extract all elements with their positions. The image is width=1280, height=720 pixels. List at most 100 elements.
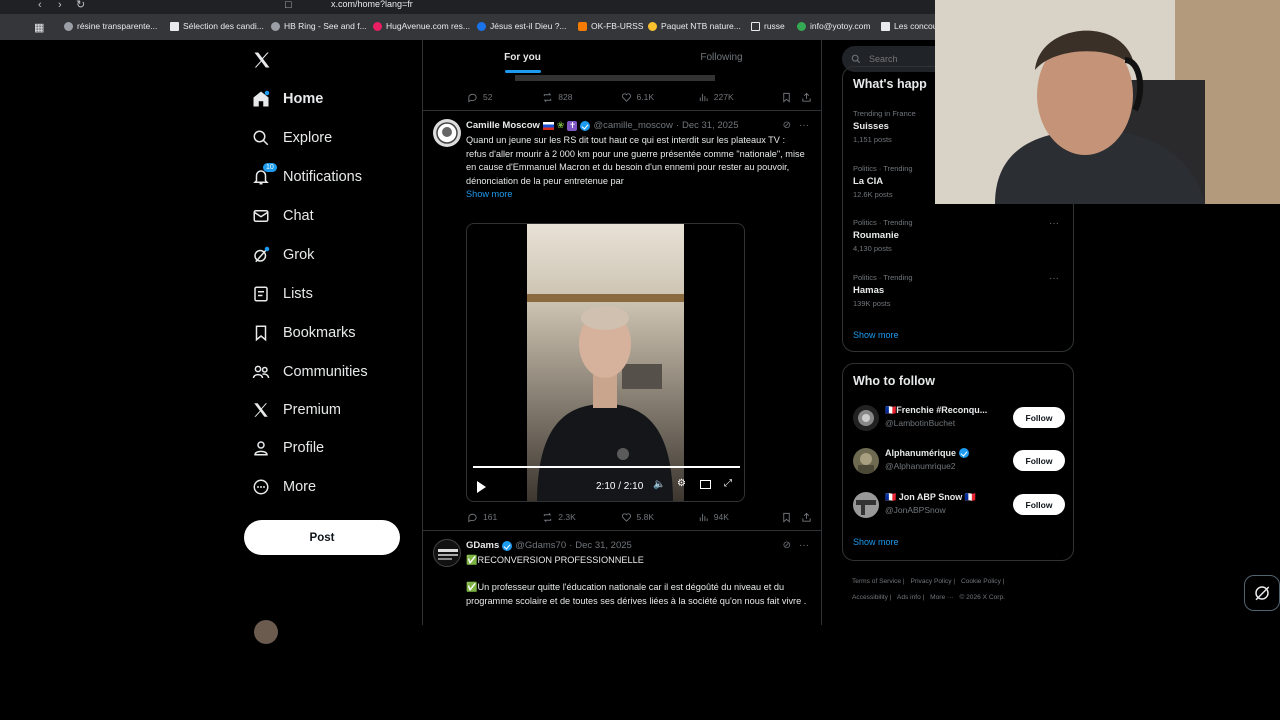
reply-button[interactable]: 161 <box>467 512 542 523</box>
avatar[interactable] <box>853 405 879 431</box>
nav-notifications[interactable]: 10 Notifications <box>252 162 362 192</box>
fullscreen-icon[interactable]: ⤢ <box>724 478 732 489</box>
apps-icon[interactable]: ▦ <box>34 21 44 34</box>
x-logo-icon[interactable] <box>252 50 272 70</box>
person-icon <box>252 439 270 457</box>
repost-icon <box>543 512 552 522</box>
grok-icon[interactable]: ⊘ <box>783 540 791 551</box>
nav-profile[interactable]: Profile <box>252 433 324 463</box>
settings-icon[interactable]: ⚙ <box>677 478 686 489</box>
follow-suggestion[interactable]: Alphanumérique @Alphanumrique2 Follow <box>853 446 1065 476</box>
reply-icon <box>468 93 477 103</box>
video-progress-bar[interactable] <box>473 466 740 468</box>
suggestion-name[interactable]: 🇫🇷Frenchie #Reconqu... <box>885 405 987 416</box>
bookmark-button[interactable] <box>781 92 792 103</box>
more-icon[interactable]: ··· <box>1049 218 1059 229</box>
who-to-follow-panel: Who to follow 🇫🇷Frenchie #Reconqu... @La… <box>842 363 1074 561</box>
like-button[interactable]: 5.8K <box>621 512 698 523</box>
forward-icon[interactable]: › <box>58 0 62 11</box>
address-bar[interactable]: x.com/home?lang=fr <box>331 0 413 9</box>
bookmark-item[interactable]: Jésus est-il Dieu ?... <box>477 21 567 31</box>
post-button[interactable]: Post <box>244 520 400 555</box>
nav-grok[interactable]: Grok <box>252 240 314 270</box>
follow-show-more-link[interactable]: Show more <box>853 537 899 547</box>
footer-link[interactable]: Ads info | <box>897 594 924 601</box>
follow-suggestion[interactable]: 🇫🇷 Jon ABP Snow 🇫🇷 @JonABPSnow Follow <box>853 490 1065 520</box>
bookmark-item[interactable]: OK-FB-URSS <box>578 21 643 31</box>
more-icon[interactable]: ··· <box>799 120 809 131</box>
bookmark-item[interactable]: Les concou <box>881 21 937 31</box>
share-button[interactable] <box>801 512 812 523</box>
tweet-date[interactable]: Dec 31, 2025 <box>575 540 632 551</box>
bookmark-button[interactable] <box>781 512 792 523</box>
notification-badge: 10 <box>263 163 277 172</box>
bookmark-icon <box>783 92 790 103</box>
video-player[interactable]: 2:10 / 2:10 🔈 ⚙ ⤢ <box>466 223 745 502</box>
bookmark-item[interactable]: Sélection des candi... <box>170 21 264 31</box>
like-button[interactable]: 6.1K <box>621 92 698 103</box>
tweet-text: ✅RECONVERSION PROFESSIONNELLE ✅Un profes… <box>466 555 807 606</box>
bookmark-item[interactable]: HB Ring - See and f... <box>271 21 367 31</box>
repost-button[interactable]: 2.3K <box>542 512 620 523</box>
footer-link[interactable]: Accessibility | <box>852 594 891 601</box>
bookmark-item[interactable]: HugAvenue.com res... <box>373 21 470 31</box>
pip-icon[interactable] <box>700 480 711 489</box>
nav-bookmarks[interactable]: Bookmarks <box>252 318 356 348</box>
search-icon <box>851 54 861 64</box>
nav-lists[interactable]: Lists <box>252 279 313 309</box>
nav-home[interactable]: Home <box>252 84 323 114</box>
avatar[interactable] <box>853 448 879 474</box>
author-handle[interactable]: @camille_moscow <box>593 120 672 131</box>
volume-icon[interactable]: 🔈 <box>653 479 665 490</box>
grok-icon[interactable]: ⊘ <box>783 120 791 131</box>
bookmark-item[interactable]: Paquet NTB nature... <box>648 21 741 31</box>
more-icon[interactable]: ··· <box>1049 273 1059 284</box>
favicon-icon <box>648 21 657 31</box>
bookmark-item[interactable]: info@yotoy.com <box>797 21 870 31</box>
bookmark-star-icon[interactable]: □ <box>285 0 292 11</box>
more-icon[interactable]: ··· <box>799 540 809 551</box>
bookmark-item[interactable]: résine transparente... <box>64 21 157 31</box>
trend-item[interactable]: Politics · Trending Hamas 139K posts ··· <box>853 273 1065 308</box>
avatar[interactable] <box>433 119 461 147</box>
show-more-link[interactable]: Show more <box>466 189 512 199</box>
views-button[interactable]: 227K <box>698 92 777 103</box>
views-button[interactable]: 94K <box>698 512 777 523</box>
author-name[interactable]: GDams <box>466 540 499 551</box>
suggestion-name[interactable]: 🇫🇷 Jon ABP Snow 🇫🇷 <box>885 492 976 503</box>
trends-show-more-link[interactable]: Show more <box>853 330 899 340</box>
trend-item[interactable]: Politics · Trending Roumanie 4,130 posts ·… <box>853 218 1065 253</box>
footer-link[interactable]: Cookie Policy | <box>961 578 1005 585</box>
repost-button[interactable]: 828 <box>542 92 620 103</box>
tweet-date[interactable]: Dec 31, 2025 <box>682 120 739 131</box>
suggestion-name[interactable]: Alphanumérique <box>885 448 970 458</box>
nav-more[interactable]: More <box>252 472 316 502</box>
tweet-header-icons: ⊘ ··· <box>783 540 809 551</box>
follow-button[interactable]: Follow <box>1013 407 1065 428</box>
nav-communities[interactable]: Communities <box>252 357 368 387</box>
back-icon[interactable]: ‹ <box>38 0 42 11</box>
reply-button[interactable]: 52 <box>467 92 542 103</box>
follow-button[interactable]: Follow <box>1013 494 1065 515</box>
author-handle[interactable]: @Gdams70 <box>515 540 566 551</box>
grok-floating-button[interactable] <box>1244 575 1280 611</box>
follow-suggestion[interactable]: 🇫🇷Frenchie #Reconqu... @LambotinBuchet F… <box>853 403 1065 433</box>
favicon-icon <box>271 21 280 31</box>
reload-icon[interactable]: ↻ <box>76 0 85 11</box>
follow-button[interactable]: Follow <box>1013 450 1065 471</box>
nav-chat[interactable]: Chat <box>252 201 314 231</box>
avatar[interactable] <box>433 539 461 567</box>
tab-for-you[interactable]: For you <box>423 40 622 75</box>
author-name[interactable]: Camille Moscow <box>466 120 540 131</box>
nav-explore[interactable]: Explore <box>252 123 332 153</box>
footer-link[interactable]: Terms of Service | <box>852 578 905 585</box>
account-avatar[interactable] <box>254 620 278 644</box>
avatar[interactable] <box>853 492 879 518</box>
nav-premium[interactable]: Premium <box>252 395 341 425</box>
play-icon[interactable] <box>477 481 486 493</box>
bookmark-item[interactable]: russe <box>751 21 785 31</box>
share-button[interactable] <box>801 92 812 103</box>
footer-link[interactable]: Privacy Policy | <box>911 578 956 585</box>
footer-link[interactable]: More ··· <box>930 594 953 601</box>
tab-following[interactable]: Following <box>622 40 821 75</box>
